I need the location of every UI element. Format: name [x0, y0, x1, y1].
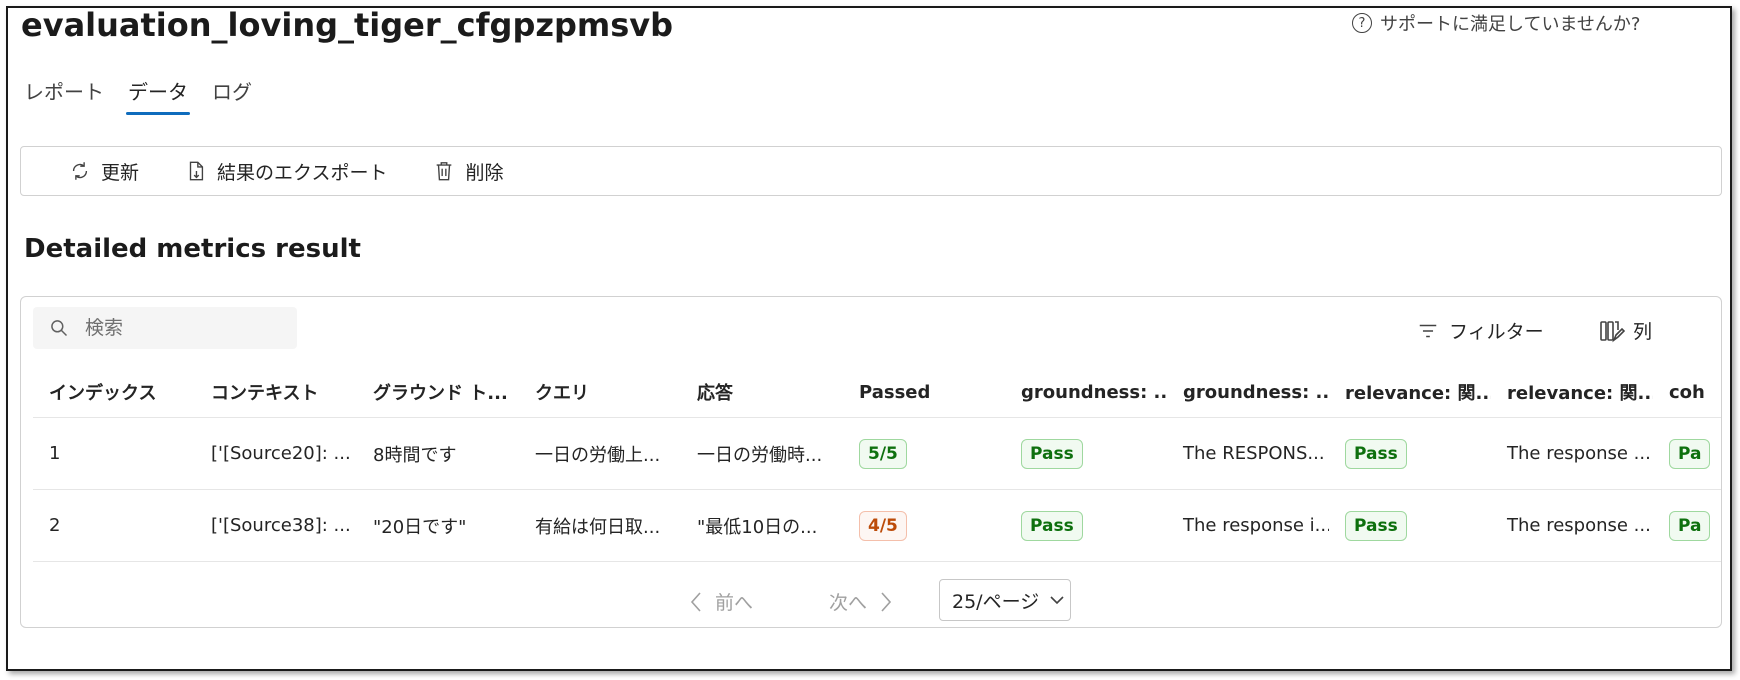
query-cell: 有給は何日取...: [535, 516, 661, 538]
status-badge: Pa: [1669, 510, 1711, 541]
search-box[interactable]: [33, 307, 297, 349]
column-header[interactable]: コンテキスト: [195, 379, 357, 405]
passed-badge: 4/5: [859, 510, 907, 541]
relevance-reason-cell: The response ...: [1507, 515, 1651, 536]
question-circle-icon: ?: [1352, 13, 1372, 33]
column-header[interactable]: coh: [1653, 382, 1721, 403]
refresh-icon: [72, 162, 88, 180]
column-header[interactable]: relevance: 関...: [1491, 379, 1653, 405]
context-cell: ['[Source20]: ...: [211, 443, 351, 464]
column-header[interactable]: グラウンド ト...: [357, 379, 519, 405]
table-header-row: インデックス コンテキスト グラウンド ト... クエリ 応答 Passed g…: [33, 367, 1721, 418]
command-toolbar: 更新 結果のエクスポート 削除: [20, 146, 1722, 196]
column-header[interactable]: relevance: 関...: [1329, 379, 1491, 405]
page-size-select[interactable]: 25/ページ: [939, 579, 1071, 621]
delete-button[interactable]: 削除: [433, 158, 503, 185]
trash-icon: [437, 162, 452, 181]
passed-cell: 5/5: [843, 438, 1005, 469]
groundness-result-cell: Pass: [1005, 510, 1167, 541]
search-input[interactable]: [83, 316, 267, 340]
tab-report[interactable]: レポート: [24, 76, 104, 115]
query-cell: 一日の労働上...: [535, 444, 661, 466]
refresh-button[interactable]: 更新: [69, 158, 139, 185]
column-header[interactable]: Passed: [843, 382, 1005, 403]
export-label: 結果のエクスポート: [217, 161, 388, 184]
section-title: Detailed metrics result: [24, 234, 361, 264]
chevron-left-icon: [690, 591, 701, 612]
groundness-result-cell: Pass: [1005, 438, 1167, 469]
column-header[interactable]: groundness: ...: [1167, 382, 1329, 403]
next-page-button[interactable]: 次へ: [829, 588, 893, 615]
pagination: 前へ 次へ 25/ページ: [21, 579, 1721, 623]
ground-truth-cell: "20日です": [373, 516, 467, 538]
tab-log[interactable]: ログ: [212, 76, 252, 115]
results-table: インデックス コンテキスト グラウンド ト... クエリ 応答 Passed g…: [33, 367, 1721, 562]
prev-label: 前へ: [715, 592, 754, 614]
ground-truth-cell: 8時間です: [373, 444, 457, 466]
document-export-icon: [189, 161, 204, 181]
results-panel: フィルター 列 インデックス コンテキスト グラウンド ト... クエリ 応答 …: [20, 296, 1722, 628]
columns-label: 列: [1633, 321, 1653, 343]
tab-bar: レポート データ ログ: [24, 76, 252, 115]
index-cell: 2: [49, 515, 61, 536]
column-header[interactable]: groundness: ...: [1005, 382, 1167, 403]
response-cell: "最低10日の...: [697, 516, 818, 538]
refresh-label: 更新: [101, 161, 140, 184]
column-header[interactable]: インデックス: [33, 379, 195, 405]
status-badge: Pa: [1669, 438, 1711, 469]
filter-icon: [1419, 324, 1437, 337]
passed-cell: 4/5: [843, 510, 1005, 541]
index-cell: 1: [49, 443, 61, 464]
page-size-value: 25/ページ: [952, 590, 1040, 613]
page-title: evaluation_loving_tiger_cfgpzpmsvb: [21, 6, 674, 44]
next-label: 次へ: [829, 592, 868, 614]
chevron-down-icon: [1050, 596, 1064, 605]
relevance-reason-cell: The response ...: [1507, 443, 1651, 464]
support-text: サポートに満足していませんか?: [1380, 14, 1641, 35]
table-row[interactable]: 2 ['[Source38]: ... "20日です" 有給は何日取... "最…: [33, 490, 1721, 562]
column-header[interactable]: クエリ: [519, 379, 681, 405]
context-cell: ['[Source38]: ...: [211, 515, 351, 536]
groundness-reason-cell: The response i...: [1183, 515, 1329, 536]
coherence-result-cell: Pa: [1653, 510, 1721, 541]
status-badge: Pass: [1345, 438, 1407, 469]
table-row[interactable]: 1 ['[Source20]: ... 8時間です 一日の労働上... 一日の労…: [33, 418, 1721, 490]
column-header[interactable]: 応答: [681, 379, 843, 405]
relevance-result-cell: Pass: [1329, 438, 1491, 469]
relevance-result-cell: Pass: [1329, 510, 1491, 541]
chevron-right-icon: [881, 591, 892, 612]
passed-badge: 5/5: [859, 438, 907, 469]
filter-button[interactable]: フィルター: [1417, 317, 1544, 344]
groundness-reason-cell: The RESPONS...: [1183, 443, 1325, 464]
prev-page-button[interactable]: 前へ: [689, 588, 753, 615]
support-feedback-link[interactable]: ? サポートに満足していませんか?: [1352, 10, 1640, 36]
status-badge: Pass: [1021, 438, 1083, 469]
filter-label: フィルター: [1449, 321, 1544, 343]
column-edit-icon: [1600, 320, 1625, 342]
coherence-result-cell: Pa: [1653, 438, 1721, 469]
search-icon: [51, 320, 68, 337]
columns-button[interactable]: 列: [1599, 317, 1652, 344]
status-badge: Pass: [1021, 510, 1083, 541]
tab-data[interactable]: データ: [126, 76, 190, 115]
response-cell: 一日の労働時...: [697, 444, 823, 466]
status-badge: Pass: [1345, 510, 1407, 541]
app-window: evaluation_loving_tiger_cfgpzpmsvb ? サポー…: [6, 6, 1732, 671]
delete-label: 削除: [465, 161, 504, 184]
export-results-button[interactable]: 結果のエクスポート: [185, 158, 387, 185]
